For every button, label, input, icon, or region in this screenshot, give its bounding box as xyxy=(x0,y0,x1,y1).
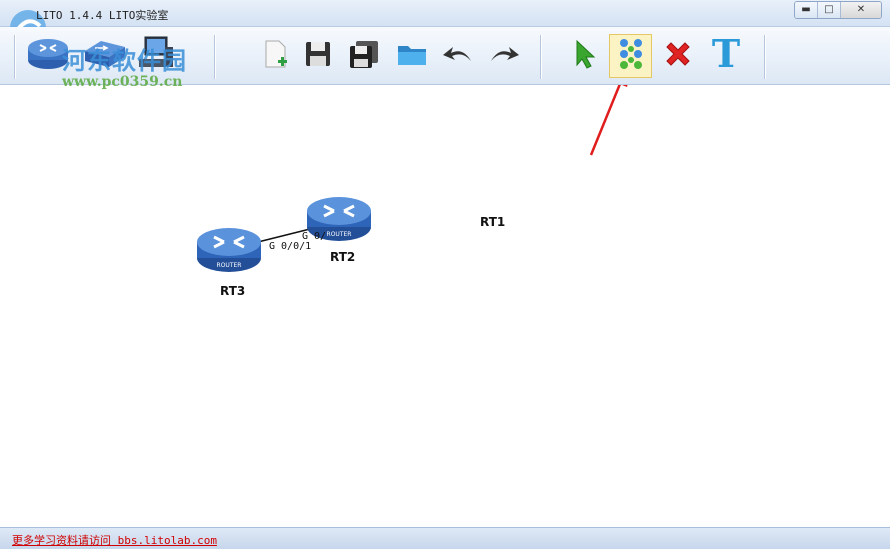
title-bar: LITO 1.4.4 LITO实验室 ▬ □ ✕ xyxy=(0,0,890,46)
topology-canvas[interactable]: ROUTER ROUTER G 0/ G 0/0/1 RT1 RT2 RT3 xyxy=(0,85,890,527)
toolbar-separator xyxy=(540,35,541,79)
maximize-button[interactable]: □ xyxy=(818,2,841,18)
status-bar: 更多学习资料请访问 bbs.litolab.com xyxy=(0,527,890,549)
text-tool-button[interactable]: T xyxy=(706,33,746,75)
new-file-icon xyxy=(265,40,287,68)
minimize-button[interactable]: ▬ xyxy=(795,2,818,18)
save-as-button[interactable] xyxy=(344,33,384,75)
toolbar-separator xyxy=(14,35,15,79)
select-pointer-icon xyxy=(576,39,596,69)
node-label-rt1[interactable]: RT1 xyxy=(480,215,505,229)
close-button[interactable]: ✕ xyxy=(841,2,881,18)
open-folder-button[interactable] xyxy=(392,33,432,75)
annotation-arrow xyxy=(589,85,621,156)
watermark: 河东软件园 www.pc0359.cn xyxy=(62,41,187,90)
undo-icon xyxy=(443,47,471,61)
toolbar-separator xyxy=(214,35,215,79)
save-icon xyxy=(306,42,330,66)
connect-tool-button[interactable] xyxy=(609,34,652,78)
save-as-icon xyxy=(350,41,378,68)
delete-icon xyxy=(666,42,690,66)
router-node-rt3[interactable]: ROUTER xyxy=(196,226,262,274)
router-badge: ROUTER xyxy=(217,262,242,269)
toolbar-separator xyxy=(764,35,765,79)
new-file-button[interactable] xyxy=(255,33,295,75)
forum-link[interactable]: 更多学习资料请访问 bbs.litolab.com xyxy=(12,532,217,548)
topology-svg xyxy=(257,85,628,243)
select-tool-button[interactable] xyxy=(564,33,604,75)
window-title: LITO 1.4.4 LITO实验室 xyxy=(36,9,169,22)
node-label-rt2[interactable]: RT2 xyxy=(330,250,355,264)
node-label-rt3[interactable]: RT3 xyxy=(220,284,245,298)
open-folder-icon xyxy=(398,46,426,65)
watermark-title: 河东软件园 xyxy=(62,47,187,75)
redo-icon xyxy=(491,47,519,61)
port-label-rt3: G 0/0/1 xyxy=(269,241,312,252)
undo-button[interactable] xyxy=(438,33,478,75)
router-badge: ROUTER xyxy=(327,231,352,238)
redo-button[interactable] xyxy=(484,33,524,75)
save-button[interactable] xyxy=(298,33,338,75)
window-controls: ▬ □ ✕ xyxy=(794,1,882,19)
main-toolbar: 河东软件园 www.pc0359.cn T xyxy=(0,27,890,90)
text-icon: T xyxy=(711,31,741,76)
connect-link-icon xyxy=(619,39,642,69)
delete-tool-button[interactable] xyxy=(658,33,698,75)
